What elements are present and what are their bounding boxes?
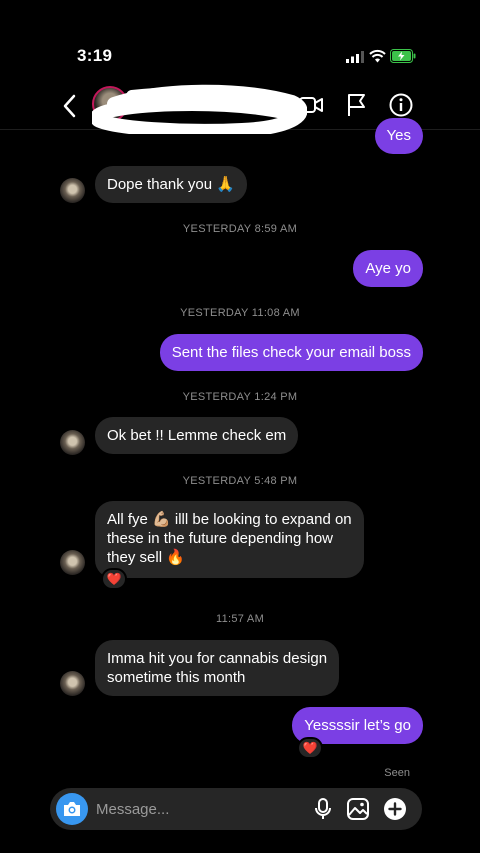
video-call-icon[interactable]	[298, 92, 324, 118]
gallery-icon[interactable]	[346, 797, 370, 821]
back-icon[interactable]	[60, 94, 80, 118]
heart-reaction[interactable]: ❤️	[297, 737, 323, 759]
sender-avatar[interactable]	[60, 671, 85, 696]
heart-reaction[interactable]: ❤️	[101, 568, 127, 590]
microphone-icon[interactable]	[311, 797, 335, 821]
sender-avatar[interactable]	[60, 550, 85, 575]
cellular-signal-icon	[346, 51, 364, 63]
sender-avatar[interactable]	[60, 430, 85, 455]
seen-indicator: Seen	[384, 767, 410, 779]
outgoing-message[interactable]: Yes	[374, 118, 423, 154]
info-icon[interactable]	[388, 92, 414, 118]
redaction-scribble	[92, 84, 307, 134]
incoming-message[interactable]: Dope thank you 🙏	[95, 166, 247, 203]
outgoing-message[interactable]: Sent the files check your email boss	[159, 334, 423, 371]
incoming-message[interactable]: Ok bet !! Lemme check em	[95, 417, 299, 454]
status-time: 3:19	[77, 46, 113, 65]
wifi-icon	[369, 49, 386, 63]
message-composer	[50, 788, 422, 830]
message-input[interactable]	[96, 798, 296, 820]
sender-avatar[interactable]	[60, 178, 85, 203]
outgoing-message[interactable]: Aye yo	[353, 250, 423, 287]
incoming-message[interactable]: Imma hit you for cannabis design sometim…	[95, 640, 340, 696]
timestamp: YESTERDAY 8:59 AM	[182, 223, 298, 235]
message-thread[interactable]: Yes Dope thank you 🙏 YESTERDAY 8:59 AM A…	[0, 118, 480, 785]
timestamp: YESTERDAY 1:24 PM	[182, 391, 298, 403]
battery-charging-icon	[390, 49, 416, 63]
timestamp: YESTERDAY 11:08 AM	[180, 307, 300, 319]
camera-icon	[64, 802, 80, 816]
status-bar: 3:19	[0, 0, 480, 80]
timestamp: YESTERDAY 5:48 PM	[182, 475, 298, 487]
incoming-message[interactable]: All fye 💪🏼 illl be looking to expand on …	[95, 501, 364, 578]
flag-icon[interactable]	[344, 92, 370, 118]
add-icon[interactable]	[383, 797, 407, 821]
timestamp: 11:57 AM	[215, 613, 265, 625]
camera-button[interactable]	[56, 793, 88, 825]
